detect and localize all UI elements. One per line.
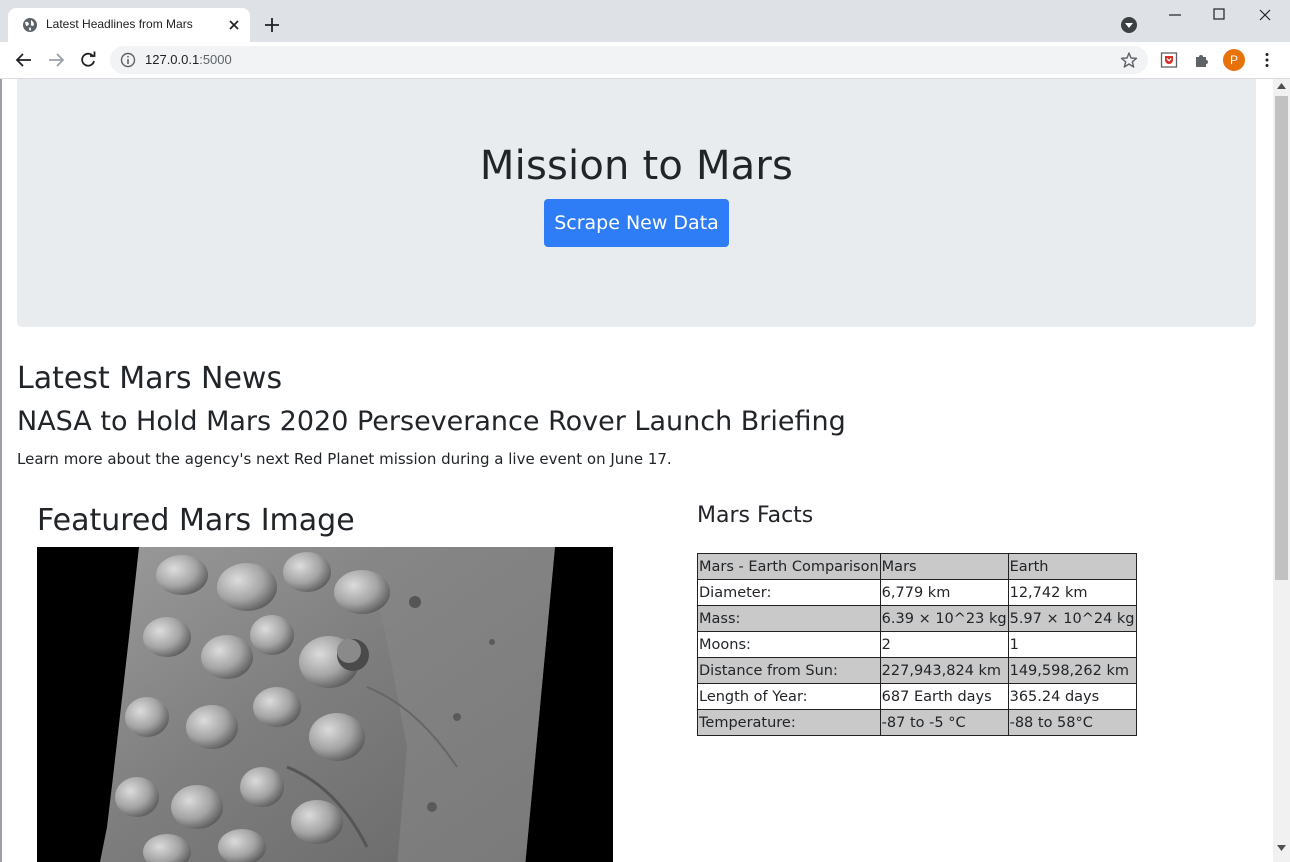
facts-heading: Mars Facts xyxy=(697,503,814,528)
table-row: Distance from Sun: 227,943,824 km 149,59… xyxy=(697,657,1137,684)
table-cell: 6,779 km xyxy=(879,579,1009,606)
table-cell: 5.97 × 10^24 kg xyxy=(1007,605,1137,632)
table-cell: Mass: xyxy=(697,605,881,632)
table-cell: Temperature: xyxy=(697,709,881,736)
back-arrow-icon[interactable] xyxy=(15,51,33,69)
chevron-down-icon[interactable] xyxy=(1120,16,1138,34)
table-cell: 2 xyxy=(879,631,1009,658)
info-icon[interactable] xyxy=(120,52,136,68)
featured-image-heading: Featured Mars Image xyxy=(37,503,355,538)
table-cell: 6.39 × 10^23 kg xyxy=(879,605,1009,632)
table-cell: -88 to 58°C xyxy=(1007,709,1137,736)
table-cell: 12,742 km xyxy=(1007,579,1137,606)
plus-icon[interactable] xyxy=(263,16,281,34)
table-header-cell: Mars xyxy=(879,553,1009,580)
vertical-scrollbar[interactable] xyxy=(1273,79,1290,862)
reload-icon[interactable] xyxy=(79,51,97,69)
scroll-up-arrow-icon[interactable] xyxy=(1277,83,1286,89)
page-viewport: Mission to Mars Scrape New Data Latest M… xyxy=(0,79,1273,862)
table-cell: Moons: xyxy=(697,631,881,658)
globe-icon xyxy=(23,18,37,32)
table-header-cell: Mars - Earth Comparison xyxy=(697,553,881,580)
tab-strip: Latest Headlines from Mars xyxy=(0,0,1290,42)
pocket-extension-icon[interactable] xyxy=(1160,51,1178,69)
table-cell: 365.24 days xyxy=(1007,683,1137,710)
browser-toolbar: 127.0.0.1:5000 xyxy=(0,42,1290,79)
url-port: :5000 xyxy=(199,52,232,67)
puzzle-icon[interactable] xyxy=(1193,51,1211,69)
kebab-menu-icon[interactable] xyxy=(1258,51,1276,69)
table-row: Temperature: -87 to -5 °C -88 to 58°C xyxy=(697,709,1137,736)
table-header-row: Mars - Earth Comparison Mars Earth xyxy=(697,553,1137,580)
page-title: Mission to Mars xyxy=(479,143,794,189)
forward-arrow-icon[interactable] xyxy=(47,51,65,69)
news-heading: Latest Mars News xyxy=(17,361,283,396)
url-text[interactable]: 127.0.0.1:5000 xyxy=(145,52,232,67)
scrape-button[interactable]: Scrape New Data xyxy=(544,199,729,247)
scrollbar-thumb[interactable] xyxy=(1275,96,1288,580)
table-cell: Diameter: xyxy=(697,579,881,606)
table-cell: 227,943,824 km xyxy=(879,657,1009,684)
news-teaser: Learn more about the agency's next Red P… xyxy=(17,450,672,468)
window-close-icon[interactable] xyxy=(1257,7,1273,23)
browser-tab[interactable]: Latest Headlines from Mars xyxy=(8,8,250,42)
star-icon[interactable] xyxy=(1120,51,1138,69)
facts-table: Mars - Earth Comparison Mars Earth Diame… xyxy=(697,553,1137,736)
maximize-icon[interactable] xyxy=(1212,7,1226,21)
avatar[interactable]: P xyxy=(1223,49,1245,71)
news-title: NASA to Hold Mars 2020 Perseverance Rove… xyxy=(17,406,846,437)
table-row: Mass: 6.39 × 10^23 kg 5.97 × 10^24 kg xyxy=(697,605,1137,632)
tab-title: Latest Headlines from Mars xyxy=(46,17,193,31)
minimize-icon[interactable] xyxy=(1166,8,1184,22)
scroll-down-arrow-icon[interactable] xyxy=(1277,845,1286,851)
jumbotron: Mission to Mars Scrape New Data xyxy=(17,79,1256,327)
table-cell: Distance from Sun: xyxy=(697,657,881,684)
mars-terrain-image xyxy=(37,547,613,862)
featured-mars-image xyxy=(37,547,613,862)
table-row: Diameter: 6,779 km 12,742 km xyxy=(697,579,1137,606)
table-header-cell: Earth xyxy=(1007,553,1137,580)
table-row: Moons: 2 1 xyxy=(697,631,1137,658)
address-bar[interactable]: 127.0.0.1:5000 xyxy=(110,46,1148,74)
close-icon[interactable] xyxy=(226,17,242,33)
table-cell: 687 Earth days xyxy=(879,683,1009,710)
table-cell: 1 xyxy=(1007,631,1137,658)
table-cell: -87 to -5 °C xyxy=(879,709,1009,736)
window-edge xyxy=(0,79,2,862)
url-host: 127.0.0.1 xyxy=(145,52,200,67)
table-row: Length of Year: 687 Earth days 365.24 da… xyxy=(697,683,1137,710)
table-cell: Length of Year: xyxy=(697,683,881,710)
table-cell: 149,598,262 km xyxy=(1007,657,1137,684)
